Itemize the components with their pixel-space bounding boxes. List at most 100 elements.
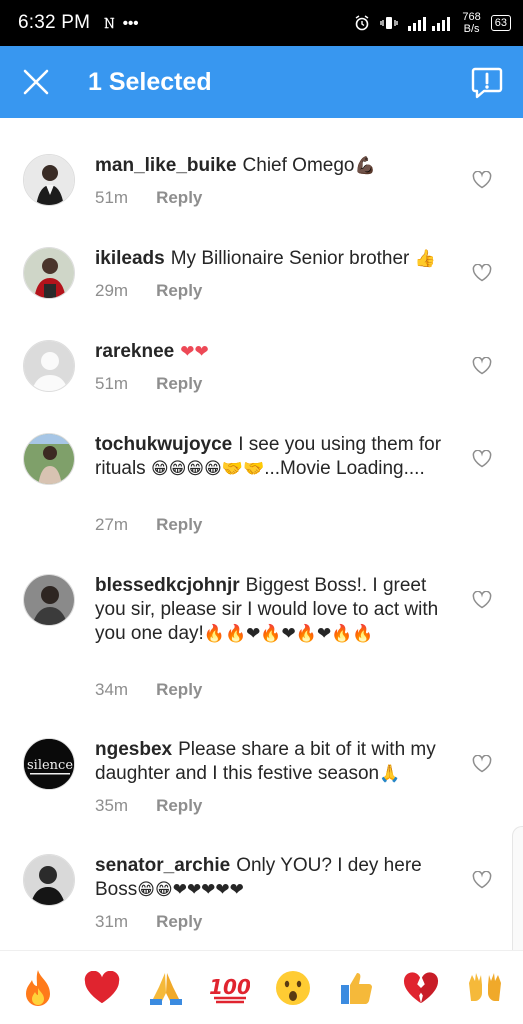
default-avatar-icon <box>24 341 74 391</box>
status-right: 768 B/s 63 <box>354 11 511 35</box>
avatar-photo <box>24 248 74 298</box>
selection-title: 1 Selected <box>88 67 212 96</box>
avatar[interactable] <box>23 433 75 485</box>
status-left: 6:32 PM 𝙽 ••• <box>18 12 139 34</box>
comment-meta: 31m Reply <box>95 912 202 932</box>
close-button[interactable] <box>18 64 54 100</box>
comment-meta: 35m Reply <box>95 796 202 816</box>
comment-text: senator_archie Only YOU? I dey here Boss😁… <box>95 854 460 902</box>
reply-button[interactable]: Reply <box>156 680 202 700</box>
comment-meta: 34m Reply <box>95 680 202 700</box>
emoji-raised-hands-button[interactable] <box>462 965 508 1011</box>
avatar[interactable] <box>23 340 75 392</box>
fire-icon <box>25 969 50 1006</box>
emoji-broken-heart-button[interactable] <box>398 965 444 1011</box>
battery-indicator: 63 <box>490 15 511 31</box>
avatar[interactable] <box>23 154 75 206</box>
avatar[interactable]: silence <box>23 738 75 790</box>
emoji-hundred-button[interactable]: 100 <box>207 965 253 1011</box>
comment-text: tochukwujoyce I see you using them for ri… <box>95 433 460 481</box>
like-heart-icon[interactable] <box>472 171 492 189</box>
comment-username[interactable]: rareknee <box>95 341 174 362</box>
avatar-logo-text: silence <box>27 758 73 773</box>
comment-meta: 27m Reply <box>95 515 202 535</box>
emoji-reaction-bar: 100 <box>0 950 523 1024</box>
comment-emoji: 🔥🔥❤🔥❤🔥❤🔥🔥 <box>203 624 374 644</box>
reply-button[interactable]: Reply <box>156 281 202 301</box>
comment-text: ikileads My Billionaire Senior brother 👍 <box>95 247 460 271</box>
selection-header: 1 Selected <box>0 46 523 118</box>
comment-emoji: 👍 <box>414 249 436 269</box>
comment-text: rareknee ❤❤ <box>95 340 460 364</box>
comment-emoji: ❤❤ <box>180 342 209 362</box>
comment-text: ngesbex Please share a bit of it with my … <box>95 738 460 786</box>
comment-body-continued: ...Movie Loading.... <box>264 458 425 479</box>
comment-meta: 29m Reply <box>95 281 202 301</box>
comment-body: My Billionaire Senior brother <box>170 248 410 269</box>
reply-button[interactable]: Reply <box>156 374 202 394</box>
raised-hands-icon <box>469 972 502 1001</box>
notification-icons: 𝙽 ••• <box>104 15 138 32</box>
avatar[interactable] <box>23 247 75 299</box>
avatar-photo <box>24 155 74 205</box>
comment-emoji: 🙏 <box>379 764 401 784</box>
comment-username[interactable]: man_like_buike <box>95 155 237 176</box>
comment-meta: 51m Reply <box>95 188 202 208</box>
comment-emoji: 😁😁❤❤❤❤❤ <box>137 880 244 900</box>
avatar[interactable] <box>23 574 75 626</box>
thumbs-up-icon <box>341 972 373 1004</box>
more-notifications-icon: ••• <box>122 14 139 32</box>
app-notification-icon: 𝙽 <box>104 14 115 32</box>
like-heart-icon[interactable] <box>472 871 492 889</box>
broken-heart-icon <box>404 971 439 1003</box>
surprised-face-icon <box>276 970 311 1005</box>
comment-meta: 51m Reply <box>95 374 202 394</box>
network-speed: 768 B/s <box>462 11 481 35</box>
comment-text: blessedkcjohnjr Biggest Boss!. I greet yo… <box>95 574 460 646</box>
praying-hands-icon <box>149 972 182 1005</box>
comment-time: 27m <box>95 515 129 534</box>
like-heart-icon[interactable] <box>472 264 492 282</box>
alarm-icon <box>356 15 369 31</box>
avatar-photo <box>24 434 74 484</box>
avatar-photo <box>24 575 74 625</box>
comment-time: 31m <box>95 912 129 931</box>
comment-username[interactable]: ikileads <box>95 248 165 269</box>
comment-time: 51m <box>95 374 129 393</box>
emoji-heart-button[interactable] <box>79 965 125 1011</box>
comment-time: 34m <box>95 680 129 699</box>
status-time: 6:32 PM <box>18 12 91 33</box>
report-icon <box>471 67 503 99</box>
emoji-surprised-button[interactable] <box>270 965 316 1011</box>
emoji-pray-button[interactable] <box>143 965 189 1011</box>
reply-button[interactable]: Reply <box>156 796 202 816</box>
comment-username[interactable]: senator_archie <box>95 855 230 876</box>
vibrate-icon <box>380 17 399 29</box>
comment-time: 51m <box>95 188 129 207</box>
emoji-fire-button[interactable] <box>15 965 61 1011</box>
status-bar: 6:32 PM 𝙽 ••• 768 B/s 63 <box>0 0 523 46</box>
comment-username[interactable]: ngesbex <box>95 739 172 760</box>
comment-username[interactable]: tochukwujoyce <box>95 434 232 455</box>
comment-username[interactable]: blessedkcjohnjr <box>95 575 240 596</box>
emoji-thumbs-up-button[interactable] <box>334 965 380 1011</box>
reply-button[interactable]: Reply <box>156 515 202 535</box>
reply-button[interactable]: Reply <box>156 188 202 208</box>
reply-button[interactable]: Reply <box>156 912 202 932</box>
hundred-points-icon: 100 <box>210 975 250 1003</box>
like-heart-icon[interactable] <box>472 450 492 468</box>
comment-emoji: 😁😁😁😁🤝🤝 <box>150 459 265 479</box>
report-button[interactable] <box>469 64 505 100</box>
signal-icon <box>408 17 451 31</box>
like-heart-icon[interactable] <box>472 357 492 375</box>
like-heart-icon[interactable] <box>472 755 492 773</box>
comment-time: 35m <box>95 796 129 815</box>
close-icon <box>23 69 49 95</box>
red-heart-icon <box>84 970 120 1003</box>
like-heart-icon[interactable] <box>472 591 492 609</box>
avatar-photo: silence <box>24 739 74 789</box>
comment-emoji: 💪🏿 <box>354 156 376 176</box>
avatar[interactable] <box>23 854 75 906</box>
comment-body: Chief Omego <box>242 155 355 176</box>
comment-text: man_like_buike Chief Omego💪🏿 <box>95 154 460 178</box>
